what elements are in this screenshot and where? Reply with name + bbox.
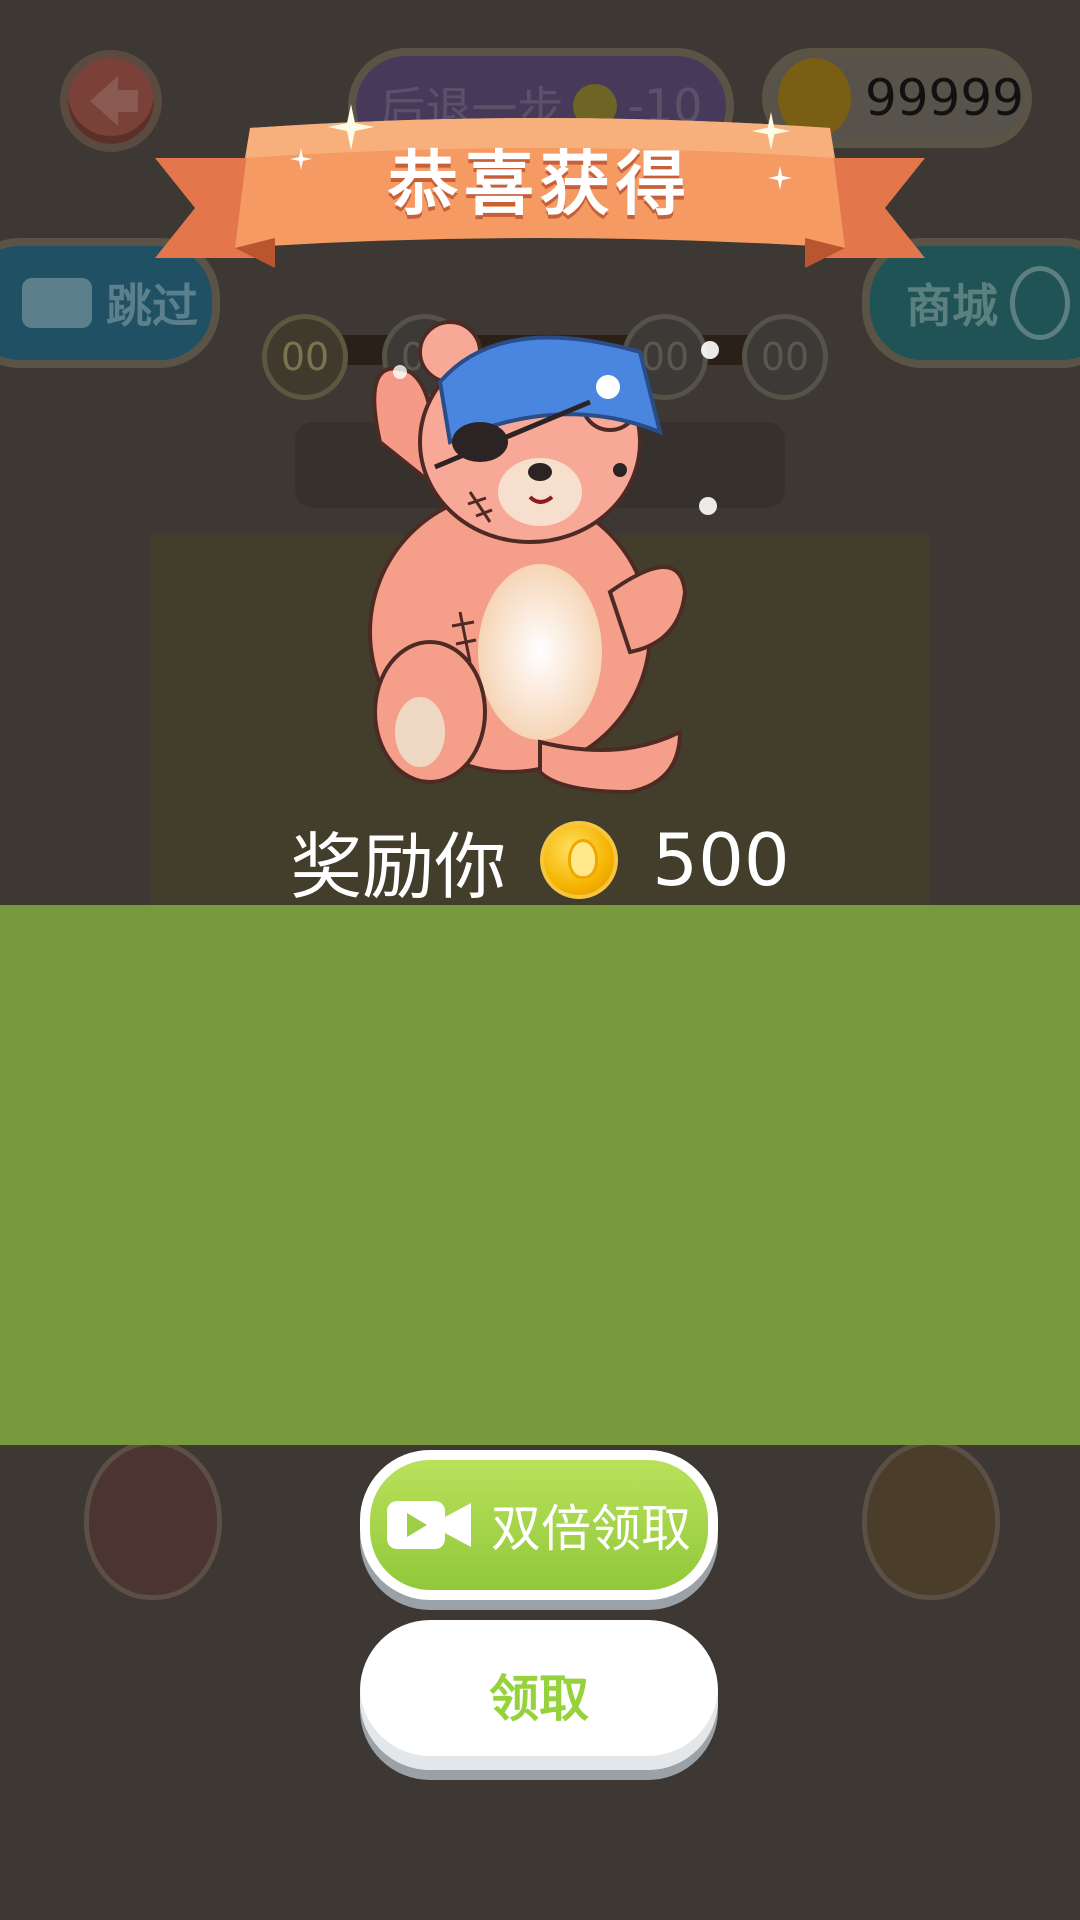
- reward-line: 奖励你 500: [0, 810, 1080, 910]
- popup-title: 恭喜获得: [388, 143, 692, 225]
- progress-counter: 00: [742, 314, 828, 400]
- teddy-bear-image: [368, 320, 719, 795]
- claim-button[interactable]: 领取: [360, 1620, 718, 1770]
- ad-banner-area: [0, 905, 1080, 1445]
- video-camera-icon: [387, 1501, 471, 1549]
- balloon-slot: [84, 1440, 222, 1600]
- double-claim-label: 双倍领取: [491, 1500, 691, 1558]
- progress-counter: 00: [262, 314, 348, 400]
- video-camera-icon: [22, 278, 92, 328]
- reward-amount: 500: [652, 818, 790, 902]
- coin-icon: [540, 821, 619, 899]
- balloon-slot: [862, 1440, 1000, 1600]
- reward-text: 奖励你: [290, 824, 507, 909]
- claim-label: 领取: [489, 1670, 589, 1728]
- double-claim-button[interactable]: 双倍领取: [360, 1450, 718, 1600]
- balloon-icon: [1010, 266, 1070, 340]
